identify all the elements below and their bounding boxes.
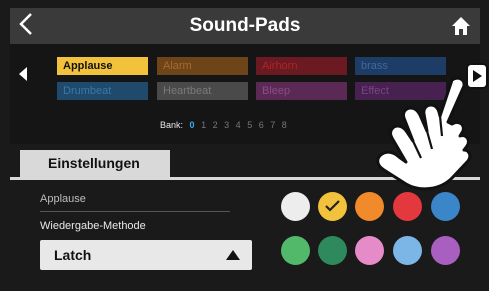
playback-method-label: Wiedergabe-Methode <box>40 220 146 232</box>
color-swatch-pink[interactable] <box>355 236 384 265</box>
bank-6[interactable]: 6 <box>259 120 264 130</box>
bank-selector: Bank: 0 1 2 3 4 5 6 7 8 <box>160 120 291 130</box>
triangle-up-icon <box>226 250 240 260</box>
bank-2[interactable]: 2 <box>213 120 218 130</box>
home-icon <box>452 17 470 35</box>
bank-1[interactable]: 1 <box>201 120 206 130</box>
divider <box>40 211 230 212</box>
pad-applause[interactable]: Applause <box>57 57 148 75</box>
color-swatch-white[interactable] <box>281 192 310 221</box>
color-swatch-dark-green[interactable] <box>318 236 347 265</box>
pointing-hand-icon <box>376 76 472 191</box>
playback-method-value: Latch <box>54 247 92 263</box>
bank-7[interactable]: 7 <box>270 120 275 130</box>
color-swatch-green[interactable] <box>281 236 310 265</box>
bank-5[interactable]: 5 <box>247 120 252 130</box>
triangle-left-icon <box>19 67 27 81</box>
selected-pad-name: Applause <box>40 193 86 205</box>
playback-method-select[interactable]: Latch <box>40 240 252 270</box>
pad-drumbeat[interactable]: Drumbeat <box>57 82 148 100</box>
pad-airhorn[interactable]: Airhorn <box>256 57 347 75</box>
page-title: Sound-Pads <box>189 15 301 36</box>
pad-alarm[interactable]: Alarm <box>157 57 248 75</box>
tab-einstellungen[interactable]: Einstellungen <box>20 150 170 177</box>
prev-page-button[interactable] <box>18 67 28 81</box>
bank-0[interactable]: 0 <box>190 120 195 130</box>
bank-3[interactable]: 3 <box>224 120 229 130</box>
home-button[interactable] <box>450 15 472 37</box>
color-swatch-purple[interactable] <box>431 236 460 265</box>
color-swatch-orange[interactable] <box>355 192 384 221</box>
bank-4[interactable]: 4 <box>236 120 241 130</box>
pad-brass[interactable]: brass <box>355 57 446 75</box>
bank-8[interactable]: 8 <box>282 120 287 130</box>
color-swatch-light-blue[interactable] <box>393 236 422 265</box>
check-icon <box>325 200 340 212</box>
pad-heartbeat[interactable]: Heartbeat <box>157 82 248 100</box>
pad-bleep[interactable]: Bleep <box>256 82 347 100</box>
header-bar: Sound-Pads <box>10 8 480 44</box>
color-swatch-red[interactable] <box>393 192 422 221</box>
bank-label: Bank: <box>160 120 184 130</box>
color-swatch-blue[interactable] <box>431 192 460 221</box>
color-swatch-yellow[interactable] <box>318 192 347 221</box>
